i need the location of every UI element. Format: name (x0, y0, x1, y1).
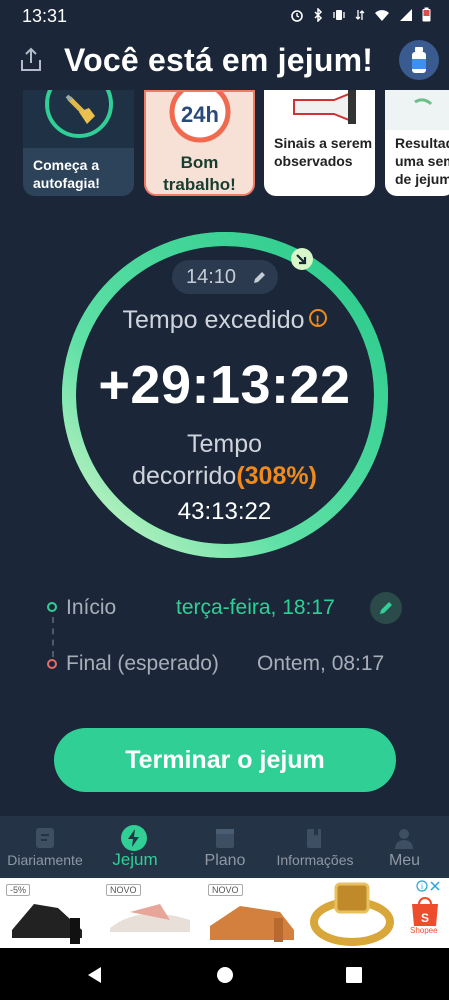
app-header: Você está em jejum! (0, 32, 449, 90)
book-icon (307, 829, 321, 848)
status-icons (290, 7, 431, 22)
megaphone-icon (293, 90, 356, 124)
tab-jejum[interactable]: Jejum (90, 816, 180, 878)
elapsed-value: 43:13:22 (177, 498, 272, 525)
card-autophagy[interactable]: Começa a autofagia! (23, 90, 134, 196)
pencil-icon (254, 272, 265, 283)
status-time: 13:31 (22, 6, 68, 26)
water-bottle-button[interactable] (399, 40, 439, 80)
elapsed-label-block: Tempo decorrido(308%) (0, 428, 449, 492)
broom-icon (45, 90, 113, 138)
elapsed-label-line2: decorrido (132, 462, 237, 490)
target-time-chip[interactable]: 14:10 (172, 260, 278, 294)
tab-label: Meu (388, 852, 421, 869)
overtime-label: Tempo excedido (122, 306, 305, 334)
ad-badge: NOVO (208, 884, 243, 896)
wifi-icon (375, 9, 389, 21)
card-label: Começa a autofagia! (33, 157, 100, 191)
tab-plano[interactable]: Plano (180, 816, 270, 878)
signal-icon (400, 8, 412, 21)
end-fast-button[interactable]: Terminar o jejum (54, 728, 396, 792)
bluetooth-icon (314, 7, 323, 22)
ad-item[interactable]: -5% (0, 878, 98, 948)
recents-icon[interactable] (345, 966, 363, 984)
edit-start-button[interactable] (370, 592, 402, 624)
overtime-value: +29:13:22 (98, 355, 351, 415)
ad-badge: -5% (6, 884, 31, 896)
water-bottle-icon (412, 47, 426, 73)
pencil-icon (380, 602, 392, 614)
card-label: Sinais a serem observados (274, 135, 373, 169)
card-signals[interactable]: Sinais a serem observados (264, 90, 375, 196)
timeline-connector (52, 617, 54, 657)
bolt-icon (121, 825, 147, 851)
home-icon[interactable] (216, 966, 234, 984)
diary-icon (36, 828, 54, 848)
start-value[interactable]: terça-feira, 18:17 (176, 596, 335, 620)
tab-label: Jejum (112, 850, 158, 869)
card-badge-text: 24h (181, 102, 219, 127)
ad-brand-label: Shopee (410, 926, 438, 935)
plan-icon (216, 829, 234, 848)
adchoices-icon[interactable]: i (416, 880, 442, 892)
tab-informacoes[interactable]: Informações (270, 816, 360, 878)
battery-icon (422, 7, 431, 22)
back-icon[interactable] (86, 966, 104, 984)
ad-badge: NOVO (106, 884, 141, 896)
card-good-job[interactable]: 24h Bom trabalho! (144, 90, 255, 196)
gold-ring-icon (310, 882, 394, 946)
ad-banner[interactable]: -5% NOVO NOVO S Shopee i (0, 878, 449, 948)
overtime-label-row: Tempo excedido! (0, 306, 449, 335)
elapsed-label-line1: Tempo (186, 430, 263, 458)
card-results[interactable]: Resultad uma sem de jejum (385, 90, 449, 196)
target-time: 14:10 (186, 266, 237, 288)
info-cards-carousel[interactable]: Começa a autofagia! 24h Bom trabalho! Si… (0, 90, 449, 198)
person-icon (395, 829, 413, 849)
ad-item-shopee[interactable]: S Shopee i (402, 878, 449, 948)
svg-text:S: S (421, 911, 429, 925)
card-label: Bom trabalho! (163, 153, 236, 194)
svg-text:i: i (421, 882, 423, 891)
card-label: Resultad uma sem de jejum (395, 135, 449, 187)
24h-badge-icon: 24h (169, 92, 231, 143)
start-dot (47, 602, 57, 612)
warning-icon[interactable]: ! (308, 309, 327, 328)
card-image (23, 90, 134, 148)
tab-meu[interactable]: Meu (360, 816, 449, 878)
alarm-icon (291, 9, 303, 22)
end-dot (47, 659, 57, 669)
tab-label: Plano (204, 852, 246, 869)
system-nav-bar (0, 948, 449, 1000)
tab-diariamente[interactable]: Diariamente (0, 816, 90, 878)
ad-item[interactable]: NOVO (100, 878, 200, 948)
end-value: Ontem, 08:17 (257, 652, 385, 675)
ad-item[interactable] (304, 878, 400, 948)
ring-end-marker (291, 248, 313, 270)
results-image-icon (385, 90, 449, 130)
ad-item[interactable]: NOVO (202, 878, 302, 948)
elapsed-percent: (308%) (236, 462, 317, 490)
page-title: Você está em jejum! (64, 42, 374, 78)
bottom-tab-bar: Diariamente Jejum Plano Informações Meu (0, 816, 449, 878)
data-icon (355, 9, 365, 20)
status-bar: 13:31 (0, 0, 449, 32)
vibrate-icon (333, 9, 345, 20)
end-label: Final (esperado) (66, 652, 219, 675)
share-icon[interactable] (18, 46, 44, 74)
start-label: Início (66, 596, 117, 619)
tab-label: Diariamente (7, 852, 83, 868)
tab-label: Informações (276, 852, 354, 868)
